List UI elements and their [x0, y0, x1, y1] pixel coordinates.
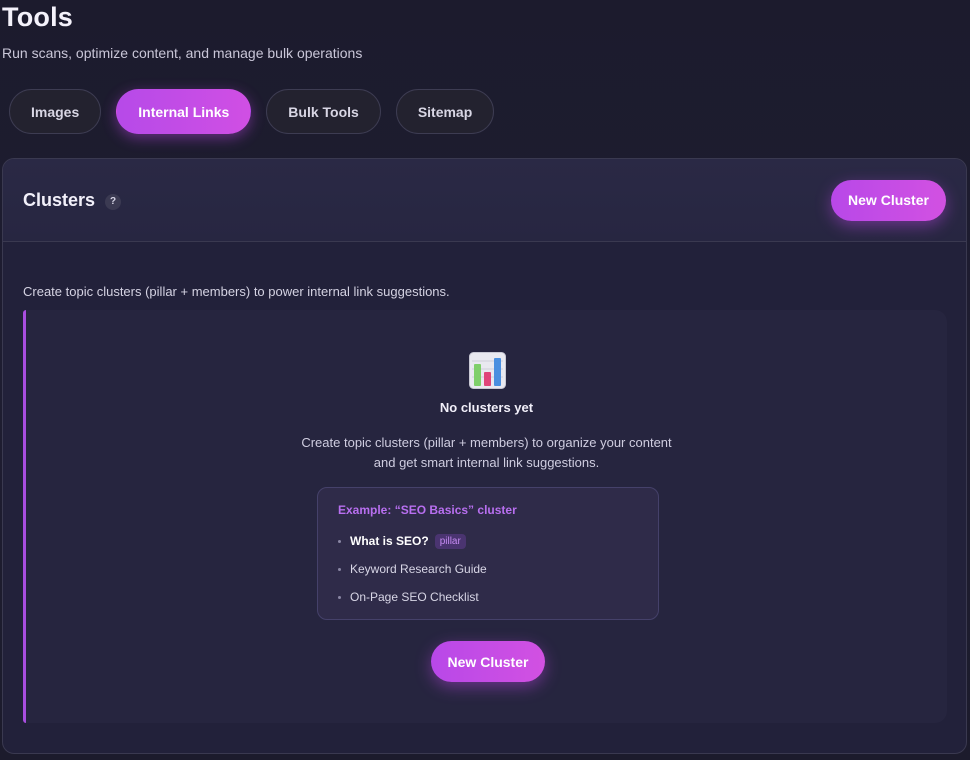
empty-state-description-line-2: and get smart internal link suggestions.: [373, 455, 600, 470]
tab-internal-links[interactable]: Internal Links: [116, 89, 252, 134]
help-icon[interactable]: ?: [105, 193, 122, 210]
bullet-icon: [338, 595, 341, 599]
panel-title: Clusters: [23, 189, 96, 210]
example-list: What is SEO? pillar Keyword Research Gui…: [338, 527, 638, 611]
example-item-label: Keyword Research Guide: [350, 562, 487, 576]
example-cluster-box: Example: “SEO Basics” cluster What is SE…: [317, 487, 659, 620]
new-cluster-button[interactable]: New Cluster: [831, 179, 946, 221]
page-subtitle: Run scans, optimize content, and manage …: [2, 45, 363, 61]
page-title: Tools: [2, 2, 73, 32]
list-item: On-Page SEO Checklist: [338, 583, 638, 611]
tab-images[interactable]: Images: [9, 89, 102, 134]
bar-chart-icon: [469, 352, 506, 389]
tool-tabs: Images Internal Links Bulk Tools Sitemap: [9, 89, 495, 134]
list-item: What is SEO? pillar: [338, 527, 638, 555]
clusters-panel-header: Clusters ? New Cluster: [3, 159, 966, 242]
clusters-panel: Clusters ? New Cluster Create topic clus…: [2, 158, 967, 754]
empty-state-description-line-1: Create topic clusters (pillar + members)…: [301, 435, 672, 450]
example-item-label: On-Page SEO Checklist: [350, 590, 479, 604]
bullet-icon: [338, 539, 341, 543]
empty-state-description: Create topic clusters (pillar + members)…: [26, 433, 947, 473]
empty-state-new-cluster-button[interactable]: New Cluster: [431, 641, 545, 682]
panel-description: Create topic clusters (pillar + members)…: [23, 284, 450, 299]
panel-title-wrap: Clusters ?: [23, 189, 122, 211]
example-title: Example: “SEO Basics” cluster: [338, 503, 517, 517]
tab-bulk-tools[interactable]: Bulk Tools: [266, 89, 381, 134]
list-item: Keyword Research Guide: [338, 555, 638, 583]
tab-sitemap[interactable]: Sitemap: [395, 89, 495, 134]
empty-state-title: No clusters yet: [439, 400, 534, 415]
empty-state-card: No clusters yet Create topic clusters (p…: [23, 310, 947, 723]
pillar-badge: pillar: [434, 533, 466, 549]
example-item-label: What is SEO?: [350, 534, 429, 548]
bullet-icon: [338, 567, 341, 571]
